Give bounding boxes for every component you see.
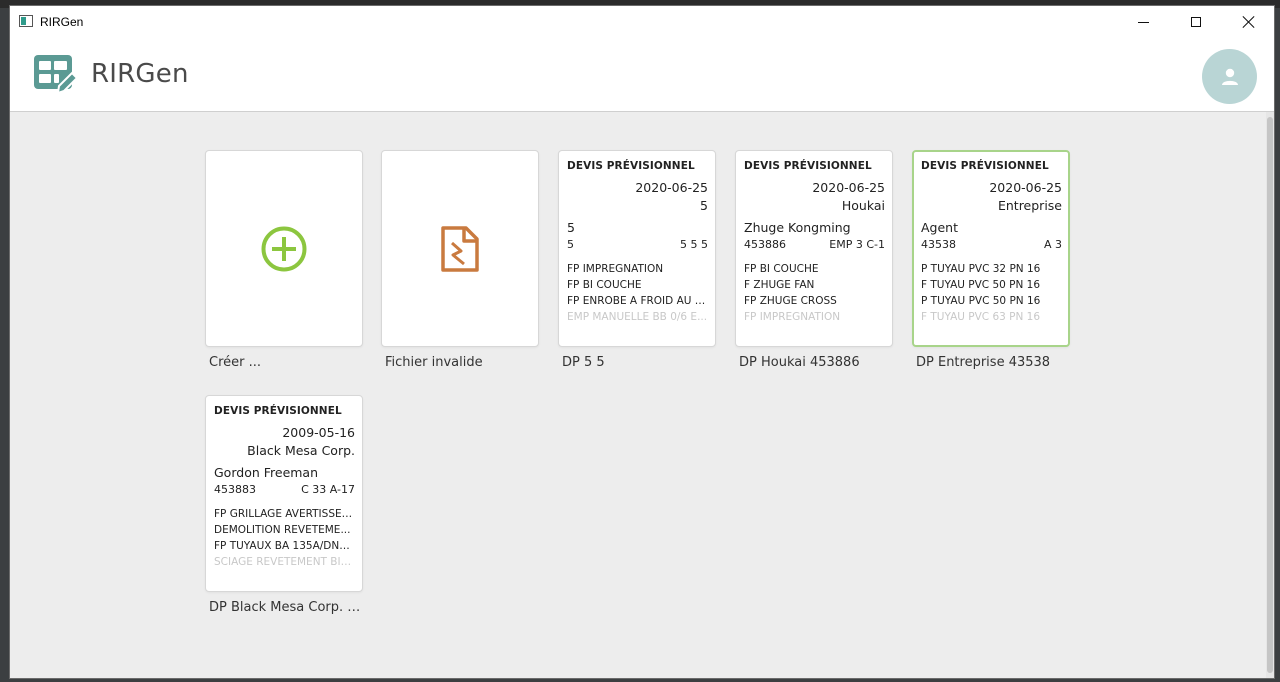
tile-document[interactable]: DEVIS PRÉVISIONNEL 2020-06-25 5 5 5 5 5 … xyxy=(558,150,716,370)
doc-title: DEVIS PRÉVISIONNEL xyxy=(921,160,1049,172)
doc-line-item: FP BI COUCHE xyxy=(567,279,642,291)
title-bar: RIRGen xyxy=(10,6,1274,38)
tile-document[interactable]: DEVIS PRÉVISIONNEL 2009-05-16 Black Mesa… xyxy=(205,395,363,615)
doc-client: Entreprise xyxy=(997,198,1062,213)
app-name: RIRGen xyxy=(91,59,189,89)
doc-date: 2020-06-25 xyxy=(989,180,1062,195)
add-circle-icon xyxy=(261,226,307,271)
doc-number: 43538 xyxy=(921,238,956,251)
invalid-file-card[interactable] xyxy=(381,150,539,347)
maximize-button[interactable] xyxy=(1173,6,1219,38)
doc-line-item: F TUYAU PVC 63 PN 16 xyxy=(921,311,1041,323)
doc-number: 453886 xyxy=(744,238,786,251)
doc-line-item: DEMOLITION REVETEME... xyxy=(214,524,351,536)
doc-date: 2009-05-16 xyxy=(282,425,355,440)
user-icon xyxy=(1221,68,1238,85)
window-title: RIRGen xyxy=(40,15,84,29)
minimize-icon xyxy=(1137,21,1149,23)
tile-caption: DP Entreprise 43538 xyxy=(916,355,1051,370)
tile-caption: DP Houkai 453886 xyxy=(739,355,860,370)
scrollbar-thumb[interactable] xyxy=(1267,117,1273,673)
doc-line-item: FP IMPREGNATION xyxy=(567,263,664,275)
doc-contact: Zhuge Kongming xyxy=(744,220,851,235)
doc-line-item: SCIAGE REVETEMENT BIT... xyxy=(214,556,355,568)
doc-contact: Gordon Freeman xyxy=(214,465,319,480)
doc-line-item: F ZHUGE FAN xyxy=(744,279,815,291)
doc-title: DEVIS PRÉVISIONNEL xyxy=(214,405,342,417)
doc-location: A 3 xyxy=(1043,238,1062,251)
create-card[interactable] xyxy=(205,150,363,347)
tile-caption: Fichier invalide xyxy=(385,355,483,370)
maximize-icon xyxy=(1191,17,1201,27)
documents-grid: Créer ... Fichier invalide DEVIS PRÉVISI… xyxy=(10,112,1266,678)
tile-invalid-file[interactable]: Fichier invalide xyxy=(381,150,539,370)
doc-line-item: FP GRILLAGE AVERTISSEUR xyxy=(214,508,355,520)
doc-date: 2020-06-25 xyxy=(635,180,708,195)
tile-document-selected[interactable]: DEVIS PRÉVISIONNEL 2020-06-25 Entreprise… xyxy=(912,150,1070,370)
doc-line-item: P TUYAU PVC 32 PN 16 xyxy=(921,263,1041,275)
doc-line-item: EMP MANUELLE BB 0/6 E... xyxy=(567,311,708,323)
doc-location: C 33 A-17 xyxy=(301,483,355,496)
doc-date: 2020-06-25 xyxy=(812,180,885,195)
document-preview-card[interactable]: DEVIS PRÉVISIONNEL 2020-06-25 Entreprise… xyxy=(912,150,1070,347)
doc-line-item: P TUYAU PVC 50 PN 16 xyxy=(921,295,1041,307)
tile-caption: DP 5 5 xyxy=(562,355,605,370)
doc-contact: Agent xyxy=(921,220,958,235)
tile-create[interactable]: Créer ... xyxy=(205,150,363,370)
doc-line-item: FP ZHUGE CROSS xyxy=(744,295,837,307)
vertical-scrollbar[interactable] xyxy=(1266,112,1274,678)
app-header: RIRGen xyxy=(10,38,1274,112)
broken-file-icon xyxy=(441,225,479,272)
tile-caption: DP Black Mesa Corp. 4... xyxy=(209,600,363,615)
doc-line-item: FP TUYAUX BA 135A/DN4... xyxy=(214,540,355,552)
close-icon xyxy=(1243,16,1255,28)
doc-client: Black Mesa Corp. xyxy=(247,443,355,458)
doc-client: Houkai xyxy=(841,198,885,213)
tile-caption: Créer ... xyxy=(209,355,262,370)
user-avatar-button[interactable] xyxy=(1202,49,1257,104)
doc-line-item: FP IMPREGNATION xyxy=(744,311,841,323)
close-button[interactable] xyxy=(1226,6,1272,38)
doc-location: 5 5 5 xyxy=(680,238,708,251)
doc-line-item: F TUYAU PVC 50 PN 16 xyxy=(921,279,1041,291)
app-window: RIRGen RIRGen Créer ... Fichier invalide… xyxy=(9,5,1275,679)
tile-document[interactable]: DEVIS PRÉVISIONNEL 2020-06-25 Houkai Zhu… xyxy=(735,150,893,370)
doc-number: 5 xyxy=(567,238,574,251)
doc-line-item: FP ENROBE A FROID AU M2 xyxy=(567,295,708,307)
document-preview-card[interactable]: DEVIS PRÉVISIONNEL 2020-06-25 Houkai Zhu… xyxy=(735,150,893,347)
doc-line-item: FP BI COUCHE xyxy=(744,263,819,275)
doc-title: DEVIS PRÉVISIONNEL xyxy=(744,160,872,172)
document-preview-card[interactable]: DEVIS PRÉVISIONNEL 2009-05-16 Black Mesa… xyxy=(205,395,363,592)
app-logo-icon xyxy=(34,55,78,95)
window-app-icon xyxy=(19,15,33,27)
doc-client: 5 xyxy=(700,198,708,213)
doc-number: 453883 xyxy=(214,483,256,496)
minimize-button[interactable] xyxy=(1120,6,1166,38)
doc-contact: 5 xyxy=(567,220,575,235)
document-preview-card[interactable]: DEVIS PRÉVISIONNEL 2020-06-25 5 5 5 5 5 … xyxy=(558,150,716,347)
doc-title: DEVIS PRÉVISIONNEL xyxy=(567,160,695,172)
doc-location: EMP 3 C-1 xyxy=(829,238,885,251)
